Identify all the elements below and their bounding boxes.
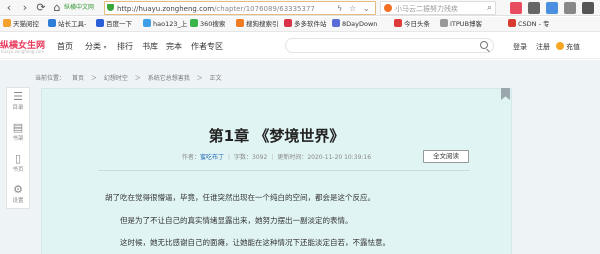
- browser-address-bar: ‹ › ⟳ ⌂ 纵横中文网 http://huayu.zongheng.com/…: [0, 0, 600, 16]
- word-count: 3092: [252, 154, 268, 161]
- lightning-icon[interactable]: ϟ: [337, 4, 342, 14]
- search-icon[interactable]: [480, 41, 488, 49]
- nav-author-zone[interactable]: 作者专区: [191, 41, 223, 52]
- bookmark-item[interactable]: ITPUB博客: [440, 19, 482, 30]
- bookmark-item[interactable]: 8DayDown: [332, 19, 377, 30]
- bookmark-item[interactable]: 百度一下: [96, 19, 132, 30]
- sidebar-item-bookshelf[interactable]: ▤ 书架: [7, 119, 29, 149]
- bookmark-item[interactable]: 搜狗搜索引: [236, 19, 279, 30]
- title-divider: [98, 170, 470, 171]
- gear-icon: ⚙: [13, 183, 23, 196]
- sidebar-item-book-page[interactable]: ▯ 书页: [7, 150, 29, 180]
- browser-search-text: 小马云二振努力残疾: [395, 5, 458, 13]
- nav-completed[interactable]: 完本: [166, 41, 182, 52]
- url-field[interactable]: http://huayu.zongheng.com/chapter/107608…: [104, 1, 376, 15]
- coin-icon: [556, 42, 564, 50]
- site-logo[interactable]: 纵横女生网 huayu.zongheng.com: [0, 38, 52, 55]
- refresh-icon[interactable]: ⟳: [34, 1, 48, 15]
- full-read-button[interactable]: 全文阅读: [423, 150, 469, 163]
- search-icon[interactable]: ⌕: [487, 3, 492, 13]
- tools-icon[interactable]: [564, 2, 576, 14]
- crumb-category[interactable]: 幻想时空: [104, 75, 128, 82]
- recharge-link[interactable]: 充值: [556, 42, 580, 52]
- search-engine-icon: [384, 4, 392, 12]
- forward-icon[interactable]: ›: [18, 1, 32, 15]
- register-link[interactable]: 注册: [536, 42, 550, 52]
- home-icon[interactable]: ⌂: [50, 1, 64, 15]
- nav-category[interactable]: 分类 ▾: [85, 41, 107, 53]
- bookshelf-icon: ▤: [12, 121, 24, 134]
- reader-panel: [41, 88, 512, 254]
- sidebar-item-toc[interactable]: ☰ 目录: [7, 88, 29, 118]
- extension-icon[interactable]: [510, 2, 522, 14]
- nav-ranking[interactable]: 排行: [117, 41, 133, 52]
- bookmark-corner[interactable]: 纵横中文网: [64, 1, 100, 15]
- paragraph: 但是为了不让自己的真实情绪显露出来，她努力摆出一副淡定的表情。: [120, 216, 353, 225]
- bookmark-item[interactable]: 今日头条: [394, 19, 430, 30]
- bookmark-item[interactable]: 天猫阅控: [3, 19, 39, 30]
- paragraph: 胡了吃在觉得很懵逼，毕竟，任谁突然出现在一个纯白的空间，都会是这个反应。: [105, 193, 375, 202]
- chapter-title: 第1章 《梦境世界》: [208, 127, 345, 145]
- author-link[interactable]: 蜜吃布丁: [200, 154, 224, 161]
- sync-icon[interactable]: [546, 2, 558, 14]
- bookmark-item[interactable]: 多多软件站: [284, 19, 327, 30]
- nav-home[interactable]: 首页: [57, 41, 73, 52]
- profile-icon[interactable]: [528, 2, 540, 14]
- bookmark-item[interactable]: 360搜索: [190, 19, 225, 30]
- crumb-home[interactable]: 首页: [72, 75, 84, 82]
- secure-icon: [107, 4, 116, 14]
- nav-library[interactable]: 书库: [142, 41, 158, 52]
- star-icon[interactable]: ☆: [349, 4, 356, 14]
- sidebar-item-settings[interactable]: ⚙ 设置: [7, 181, 29, 211]
- bookmark-item[interactable]: 站长工具-: [48, 19, 86, 30]
- login-link[interactable]: 登录: [513, 42, 527, 52]
- menu-icon[interactable]: [582, 2, 594, 14]
- bookmark-item[interactable]: CSDN - 专: [508, 19, 550, 30]
- list-icon: ☰: [13, 90, 23, 103]
- url-text: http://huayu.zongheng.com/chapter/107608…: [117, 5, 315, 13]
- site-search-input[interactable]: [285, 38, 494, 53]
- crumb-current: 正文: [209, 75, 222, 82]
- dropdown-icon[interactable]: ⌄: [363, 4, 370, 14]
- reader-sidebar: ☰ 目录 ▤ 书架 ▯ 书页 ⚙ 设置: [6, 87, 30, 209]
- site-header: 纵横女生网 huayu.zongheng.com 首页 分类 ▾ 排行 书库 完…: [0, 33, 600, 59]
- browser-search[interactable]: 小马云二振努力残疾 ⌕: [380, 1, 496, 15]
- chevron-down-icon: ▾: [103, 44, 107, 51]
- book-page-icon: ▯: [14, 152, 22, 165]
- update-time: 2020-11-20 10:39:16: [307, 154, 372, 161]
- crumb-book[interactable]: 系统它总想害我: [148, 75, 190, 82]
- paragraph: 这时候，她无比感谢自己的面瘫，让她能在这种情况下还能淡定自若，不露怯意。: [120, 238, 390, 247]
- bookmarks-bar: 天猫阅控 站长工具- 百度一下 hao123_上 360搜索 搜狗搜索引 多多软…: [0, 17, 600, 32]
- back-icon[interactable]: ‹: [2, 1, 16, 15]
- breadcrumb: 当前位置： 首页 ＞ 幻想时空 ＞ 系统它总想害我 ＞ 正文: [35, 75, 222, 82]
- bookmark-item[interactable]: hao123_上: [143, 19, 187, 30]
